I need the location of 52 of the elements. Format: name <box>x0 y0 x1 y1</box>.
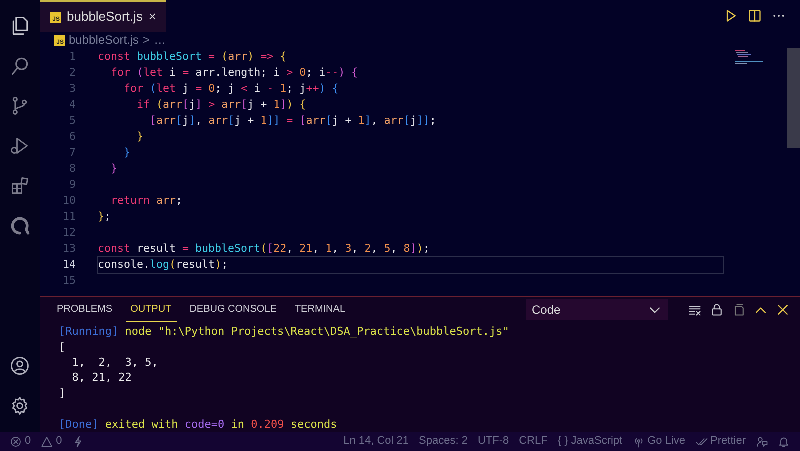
code-line: const bubbleSort = (arr) => { <box>98 49 287 65</box>
output-line: ] <box>59 386 67 402</box>
line-number: 10 <box>62 192 76 209</box>
line-number: 4 <box>68 96 76 113</box>
line-number: 15 <box>62 272 76 289</box>
line-number: 1 <box>68 48 76 65</box>
code-line: [arr[j], arr[j + 1]] = [arr[j + 1], arr[j]]; <box>149 113 436 129</box>
line-number: 14 <box>62 256 76 273</box>
output-line: [ <box>59 340 67 356</box>
code-line: for (let j = 0; j < i - 1; j++) { <box>123 81 339 97</box>
status-item[interactable]: Go Live <box>632 433 686 450</box>
line-number: 12 <box>62 224 76 241</box>
line-number: 8 <box>68 160 76 177</box>
status-item[interactable]: Ln 14, Col 21 <box>344 433 410 450</box>
code-line: } <box>136 129 144 145</box>
panel-tab[interactable]: DEBUG CONSOLE <box>184 298 282 322</box>
code-line: } <box>110 161 118 177</box>
line-number: 7 <box>68 144 76 161</box>
code-line: } <box>123 145 131 161</box>
code-line: console.log(result); <box>98 257 723 273</box>
status-item[interactable]: 0 <box>10 433 32 450</box>
output-line: 1, 2, 3, 5, <box>71 355 160 370</box>
code-line: }; <box>98 209 112 225</box>
line-number: 5 <box>68 112 76 129</box>
channel-dropdown[interactable]: Code <box>526 299 668 320</box>
code-line: if (arr[j] > arr[j + 1]) { <box>136 97 306 113</box>
tab-label: bubbleSort.js <box>67 8 143 26</box>
panel-tab[interactable]: TERMINAL <box>290 298 350 322</box>
close-button[interactable]: × <box>148 7 156 27</box>
status-item[interactable]: { } JavaScript <box>558 433 623 450</box>
breadcrumb-item[interactable]: bubbleSort.js <box>69 31 140 49</box>
line-number: 3 <box>68 80 76 97</box>
code-line: const result = bubbleSort([22, 21, 1, 3, 2, 5, 8]); <box>98 241 430 257</box>
code-line: for (let i = arr.length; i > 0; i--) { <box>110 65 358 81</box>
breadcrumb-separator: > <box>143 32 150 49</box>
output-line: [Done] exited with code=0 in 0.209 seconds <box>59 416 338 432</box>
status-item[interactable]: UTF-8 <box>478 433 510 450</box>
status-item[interactable]: 0 <box>41 433 62 450</box>
code-line: return arr; <box>110 193 183 209</box>
status-item[interactable]: Spaces: 2 <box>419 433 468 450</box>
line-number: 11 <box>62 208 76 225</box>
line-number: 6 <box>68 128 76 145</box>
line-number: 2 <box>68 64 76 81</box>
panel-tab[interactable]: OUTPUT <box>126 298 177 322</box>
breadcrumb-item[interactable]: … <box>154 31 166 49</box>
output-line: 8, 21, 22 <box>71 370 133 386</box>
panel-tab[interactable]: PROBLEMS <box>52 298 118 322</box>
status-item[interactable]: Prettier <box>696 433 746 450</box>
output-line: [Running] node "h:\Python Projects\React\DSA_Practice\bubbleSort.js" <box>59 324 510 340</box>
line-number: 9 <box>68 176 76 193</box>
line-number: 13 <box>62 240 76 257</box>
status-item[interactable]: CRLF <box>519 433 548 450</box>
